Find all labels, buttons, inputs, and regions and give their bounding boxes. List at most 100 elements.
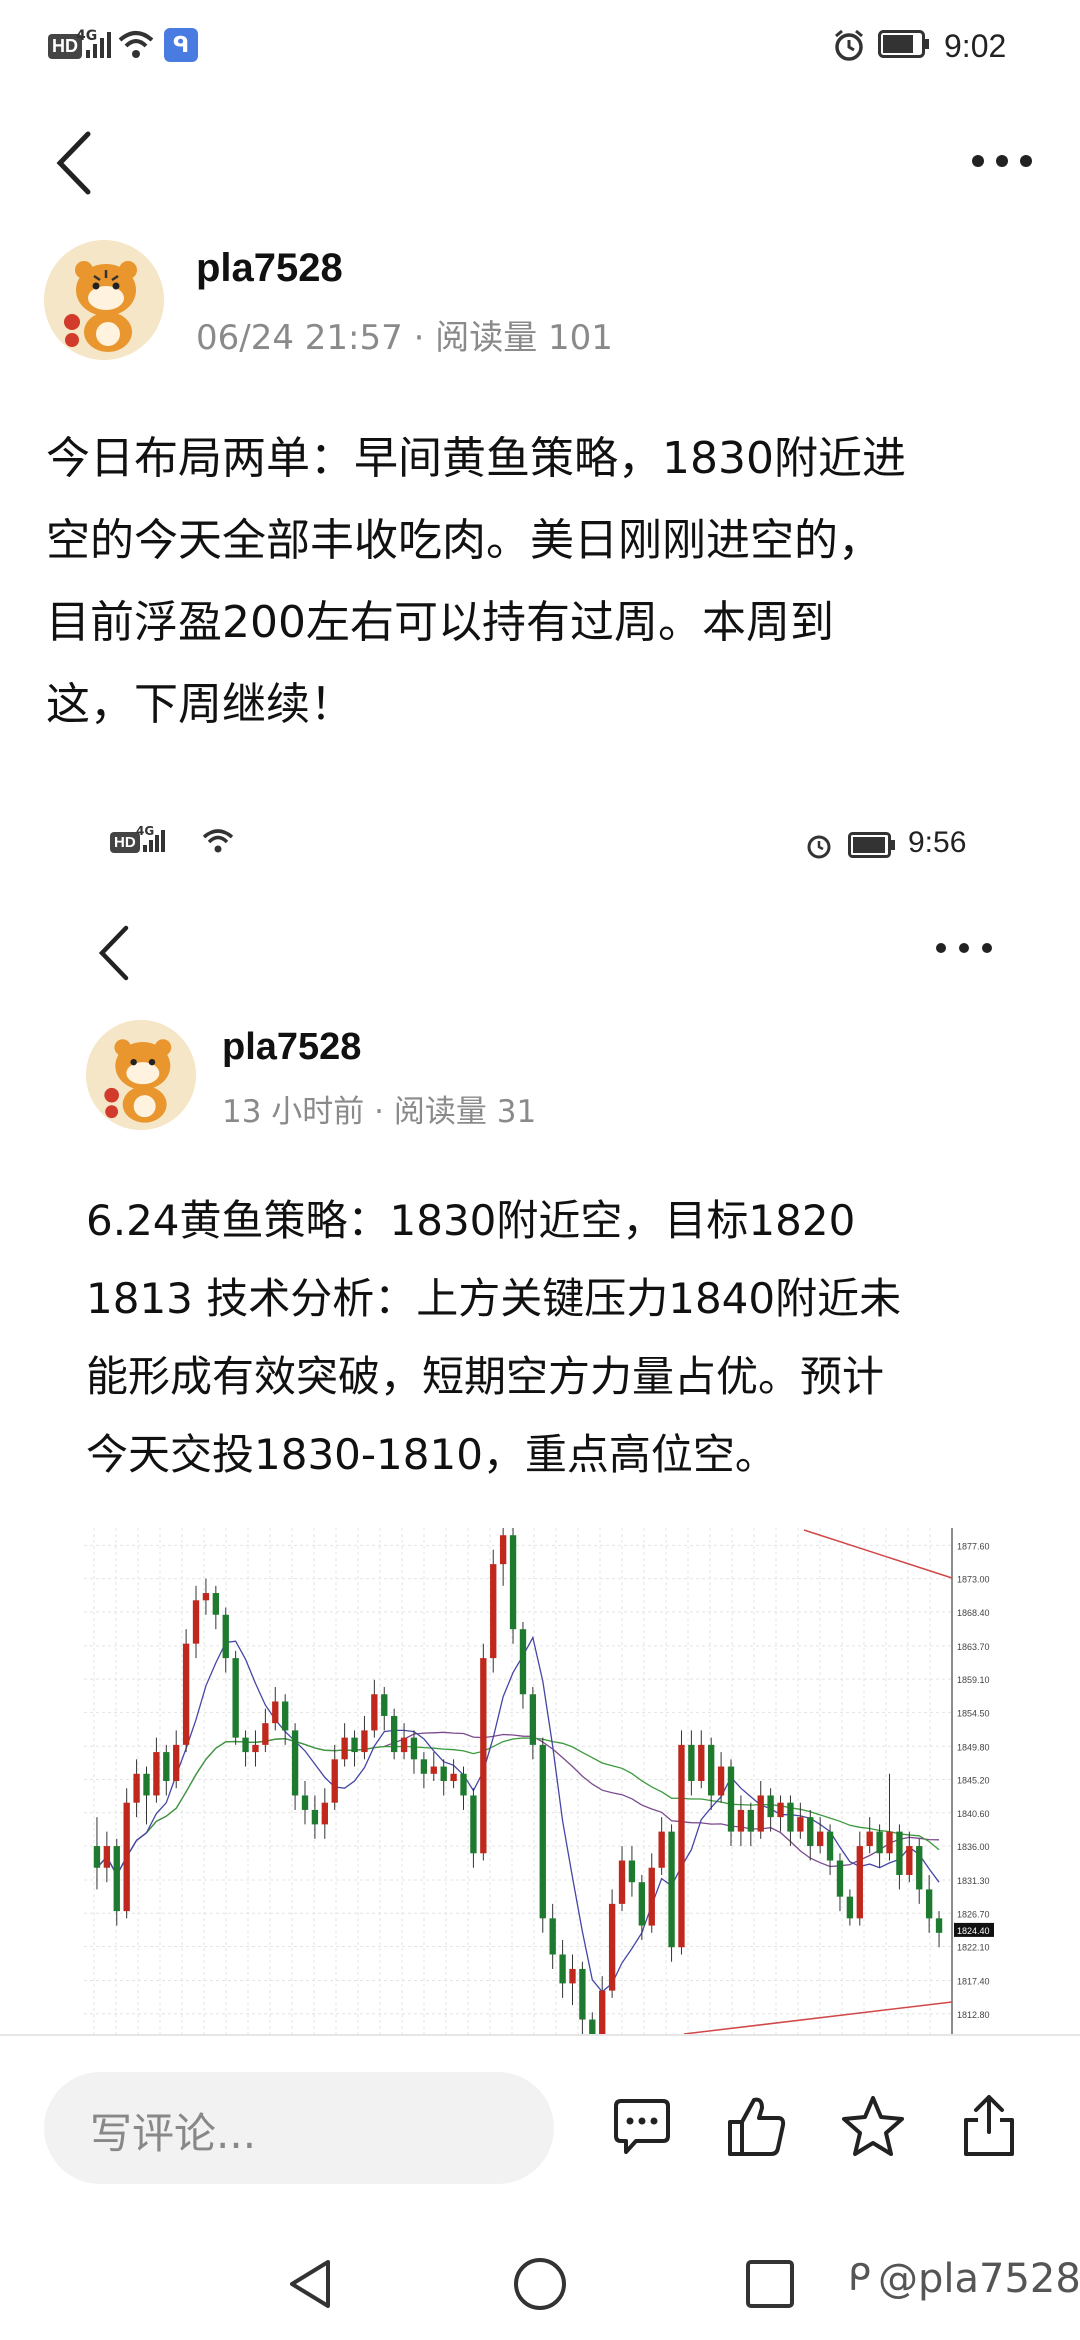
candle-body <box>410 1737 418 1760</box>
candle-body <box>708 1744 715 1796</box>
price-tick-label: 1822.10 <box>957 1943 990 1953</box>
candle-body <box>519 1629 527 1695</box>
candle-body <box>291 1730 299 1796</box>
battery-icon <box>878 30 929 58</box>
price-tick-label: 1863.70 <box>957 1642 990 1652</box>
candle-body <box>599 1990 606 2034</box>
candle-body <box>361 1730 368 1753</box>
candle-body <box>381 1694 388 1716</box>
candle-body <box>182 1643 190 1745</box>
embedded-post-body: 6.24黄鱼策略：1830附近空，目标1820 1813 技术分析：上方关键压力… <box>86 1182 1026 1494</box>
candle-body <box>173 1744 180 1781</box>
candle-body <box>737 1809 745 1832</box>
candle-body <box>103 1846 111 1868</box>
candle-body <box>678 1744 685 1948</box>
author-name[interactable]: pla7528 <box>196 246 343 291</box>
candle-body <box>490 1564 497 1659</box>
candle-body <box>698 1744 705 1781</box>
candle-body <box>935 1918 943 1933</box>
candle-body <box>143 1773 150 1796</box>
candle-body <box>321 1802 328 1825</box>
price-tick-label: 1854.50 <box>957 1708 990 1718</box>
candle-body <box>163 1752 170 1781</box>
candle-body <box>470 1795 477 1854</box>
like-icon[interactable] <box>726 2094 788 2158</box>
support-trendline <box>683 2001 953 2034</box>
candle-body <box>529 1694 537 1745</box>
status-bar: HD 4G ᑫ 9:02 <box>0 0 1080 90</box>
price-tick-label: 1812.80 <box>957 2010 990 2020</box>
price-tick-label: 1859.10 <box>957 1675 990 1685</box>
candle-body <box>916 1846 923 1890</box>
price-tick-label: 1836.00 <box>957 1842 990 1852</box>
candle-body <box>777 1802 784 1818</box>
embedded-tiger-avatar-icon <box>86 1020 196 1130</box>
ma-line-fast <box>96 1635 940 1993</box>
price-tick-label: 1868.40 <box>957 1608 990 1618</box>
candle-body <box>797 1817 804 1832</box>
more-options-icon[interactable] <box>970 150 1034 172</box>
signal-icon <box>86 32 111 58</box>
comment-icon[interactable] <box>610 2098 674 2158</box>
candle-body <box>717 1766 725 1796</box>
candle-body <box>896 1831 903 1875</box>
candle-body <box>232 1658 239 1738</box>
candle-body <box>133 1773 140 1803</box>
candle-body <box>371 1694 378 1731</box>
candle-body <box>559 1954 566 1984</box>
candle-body <box>93 1846 101 1868</box>
candle-body <box>816 1831 824 1847</box>
comment-placeholder: 写评论... <box>90 2109 257 2158</box>
candle-body <box>539 1744 546 1919</box>
embedded-screenshot[interactable]: HD 4G 9:56 pla7528 13 小时前 · 阅读量 31 6.24黄… <box>0 800 1080 2034</box>
candle-body <box>826 1831 834 1861</box>
embedded-post-meta: 13 小时前 · 阅读量 31 <box>222 1094 537 1130</box>
candle-body <box>272 1701 279 1724</box>
embedded-signal-icon <box>143 830 165 852</box>
embedded-clock: 9:56 <box>908 826 967 859</box>
candle-body <box>549 1918 556 1955</box>
embedded-post-line: 6.24黄鱼策略：1830附近空，目标1820 <box>86 1196 856 1245</box>
candle-body <box>509 1535 517 1630</box>
nav-back-icon[interactable] <box>284 2256 336 2312</box>
candle-body <box>688 1744 695 1781</box>
candle-body <box>579 1968 586 2020</box>
candle-body <box>589 2019 596 2034</box>
price-tick-label: 1826.70 <box>957 1909 990 1919</box>
candle-body <box>420 1759 428 1774</box>
candle-body <box>450 1773 457 1781</box>
candle-body <box>658 1831 665 1868</box>
share-icon[interactable] <box>960 2092 1018 2158</box>
candle-body <box>628 1860 636 1883</box>
price-tick-label: 1877.60 <box>957 1541 990 1551</box>
alarm-icon <box>835 29 863 61</box>
candlestick-chart: 1877.60 1873.00 1868.40 1863.70 1859.10 1854.… <box>84 1528 994 2034</box>
candle-body <box>727 1766 735 1832</box>
nav-home-icon[interactable] <box>512 2256 568 2312</box>
price-tick-label: 1831.30 <box>957 1876 990 1886</box>
candle-body <box>846 1896 854 1919</box>
candle-body <box>767 1795 774 1818</box>
candle-body <box>212 1593 220 1615</box>
candle-body <box>648 1867 655 1926</box>
avatar[interactable] <box>44 240 164 360</box>
clock: 9:02 <box>944 28 1007 64</box>
candle-body <box>499 1535 507 1565</box>
candle-body <box>222 1614 229 1659</box>
price-tick-label: 1849.80 <box>957 1742 990 1752</box>
candle-body <box>807 1817 814 1847</box>
candle-body <box>876 1831 883 1854</box>
candle-body <box>906 1846 913 1875</box>
candle-body <box>113 1846 120 1912</box>
tiger-avatar-icon <box>44 240 164 360</box>
price-tick-label: 1840.60 <box>957 1809 990 1819</box>
back-arrow-icon[interactable] <box>54 130 94 196</box>
embedded-more-options-icon <box>936 943 992 953</box>
embedded-avatar <box>86 1020 196 1130</box>
candle-body <box>608 1903 616 1991</box>
nav-recents-icon[interactable] <box>744 2258 796 2310</box>
candle-body <box>430 1766 437 1774</box>
embedded-post-line: 能形成有效突破，短期空方力量占优。预计 <box>86 1352 885 1401</box>
post-line: 空的今天全部丰收吃肉。美日刚刚进空的， <box>46 515 882 566</box>
favorite-star-icon[interactable] <box>840 2094 906 2158</box>
